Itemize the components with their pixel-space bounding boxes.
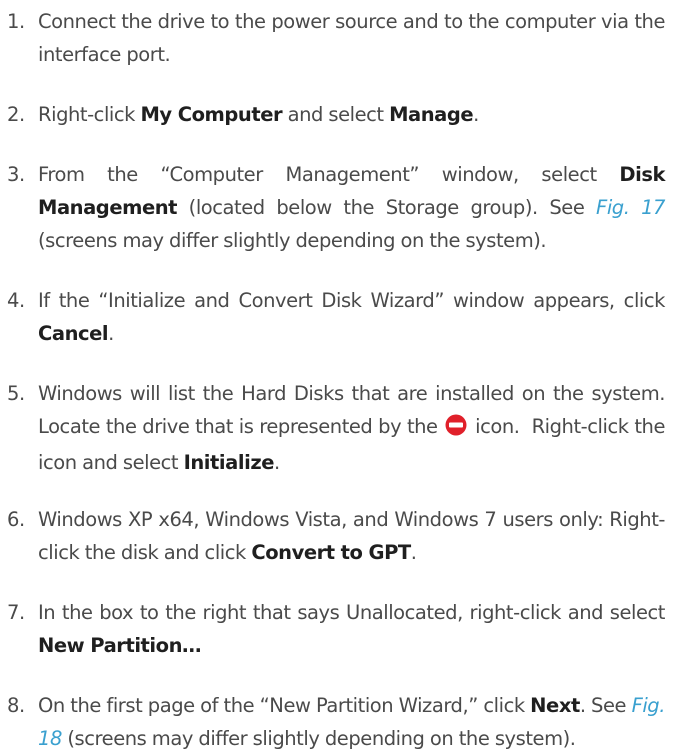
- step-3: 3. From the “Computer Management” window…: [0, 158, 665, 257]
- step-text: Windows XP x64, Windows Vista, and Windo…: [38, 508, 665, 564]
- ui-term-new-partition: New Partition…: [38, 634, 202, 657]
- step-6: 6. Windows XP x64, Windows Vista, and Wi…: [0, 503, 665, 569]
- step-text: Right-click My Computer and select Manag…: [38, 103, 479, 126]
- step-text: Connect the drive to the power source an…: [38, 10, 665, 66]
- uninitialized-disk-icon: [445, 413, 467, 446]
- step-text: If the “Initialize and Convert Disk Wiza…: [38, 289, 665, 345]
- ui-term-my-computer: My Computer: [140, 103, 283, 126]
- step-text: In the box to the right that says Unallo…: [38, 601, 665, 657]
- step-8: 8. On the first page of the “New Partiti…: [0, 689, 665, 755]
- ui-term-next: Next: [530, 694, 580, 717]
- step-number: 7.: [7, 601, 25, 624]
- step-4: 4. If the “Initialize and Convert Disk W…: [0, 284, 665, 350]
- step-number: 5.: [7, 382, 25, 405]
- ui-term-initialize: Initialize: [183, 451, 275, 474]
- step-1: 1. Connect the drive to the power source…: [0, 5, 665, 71]
- step-number: 4.: [7, 289, 25, 312]
- step-number: 1.: [7, 10, 25, 33]
- step-text: From the “Computer Management” window, s…: [38, 163, 666, 252]
- step-5: 5. Windows will list the Hard Disks that…: [0, 377, 665, 479]
- instruction-document: 1. Connect the drive to the power source…: [0, 0, 673, 750]
- ui-term-manage: Manage: [389, 103, 474, 126]
- step-2: 2. Right-click My Computer and select Ma…: [0, 98, 665, 131]
- step-number: 3.: [7, 163, 25, 186]
- figure-17-link[interactable]: Fig. 17: [596, 196, 665, 219]
- step-number: 6.: [7, 508, 25, 531]
- ui-term-cancel: Cancel: [38, 322, 109, 345]
- step-7: 7. In the box to the right that says Una…: [0, 596, 665, 662]
- ui-term-convert-to-gpt: Convert to GPT: [251, 541, 411, 564]
- step-text: On the first page of the “New Partition …: [38, 694, 665, 750]
- step-number: 2.: [7, 103, 25, 126]
- step-number: 8.: [7, 694, 25, 717]
- step-text: Windows will list the Hard Disks that ar…: [38, 382, 666, 474]
